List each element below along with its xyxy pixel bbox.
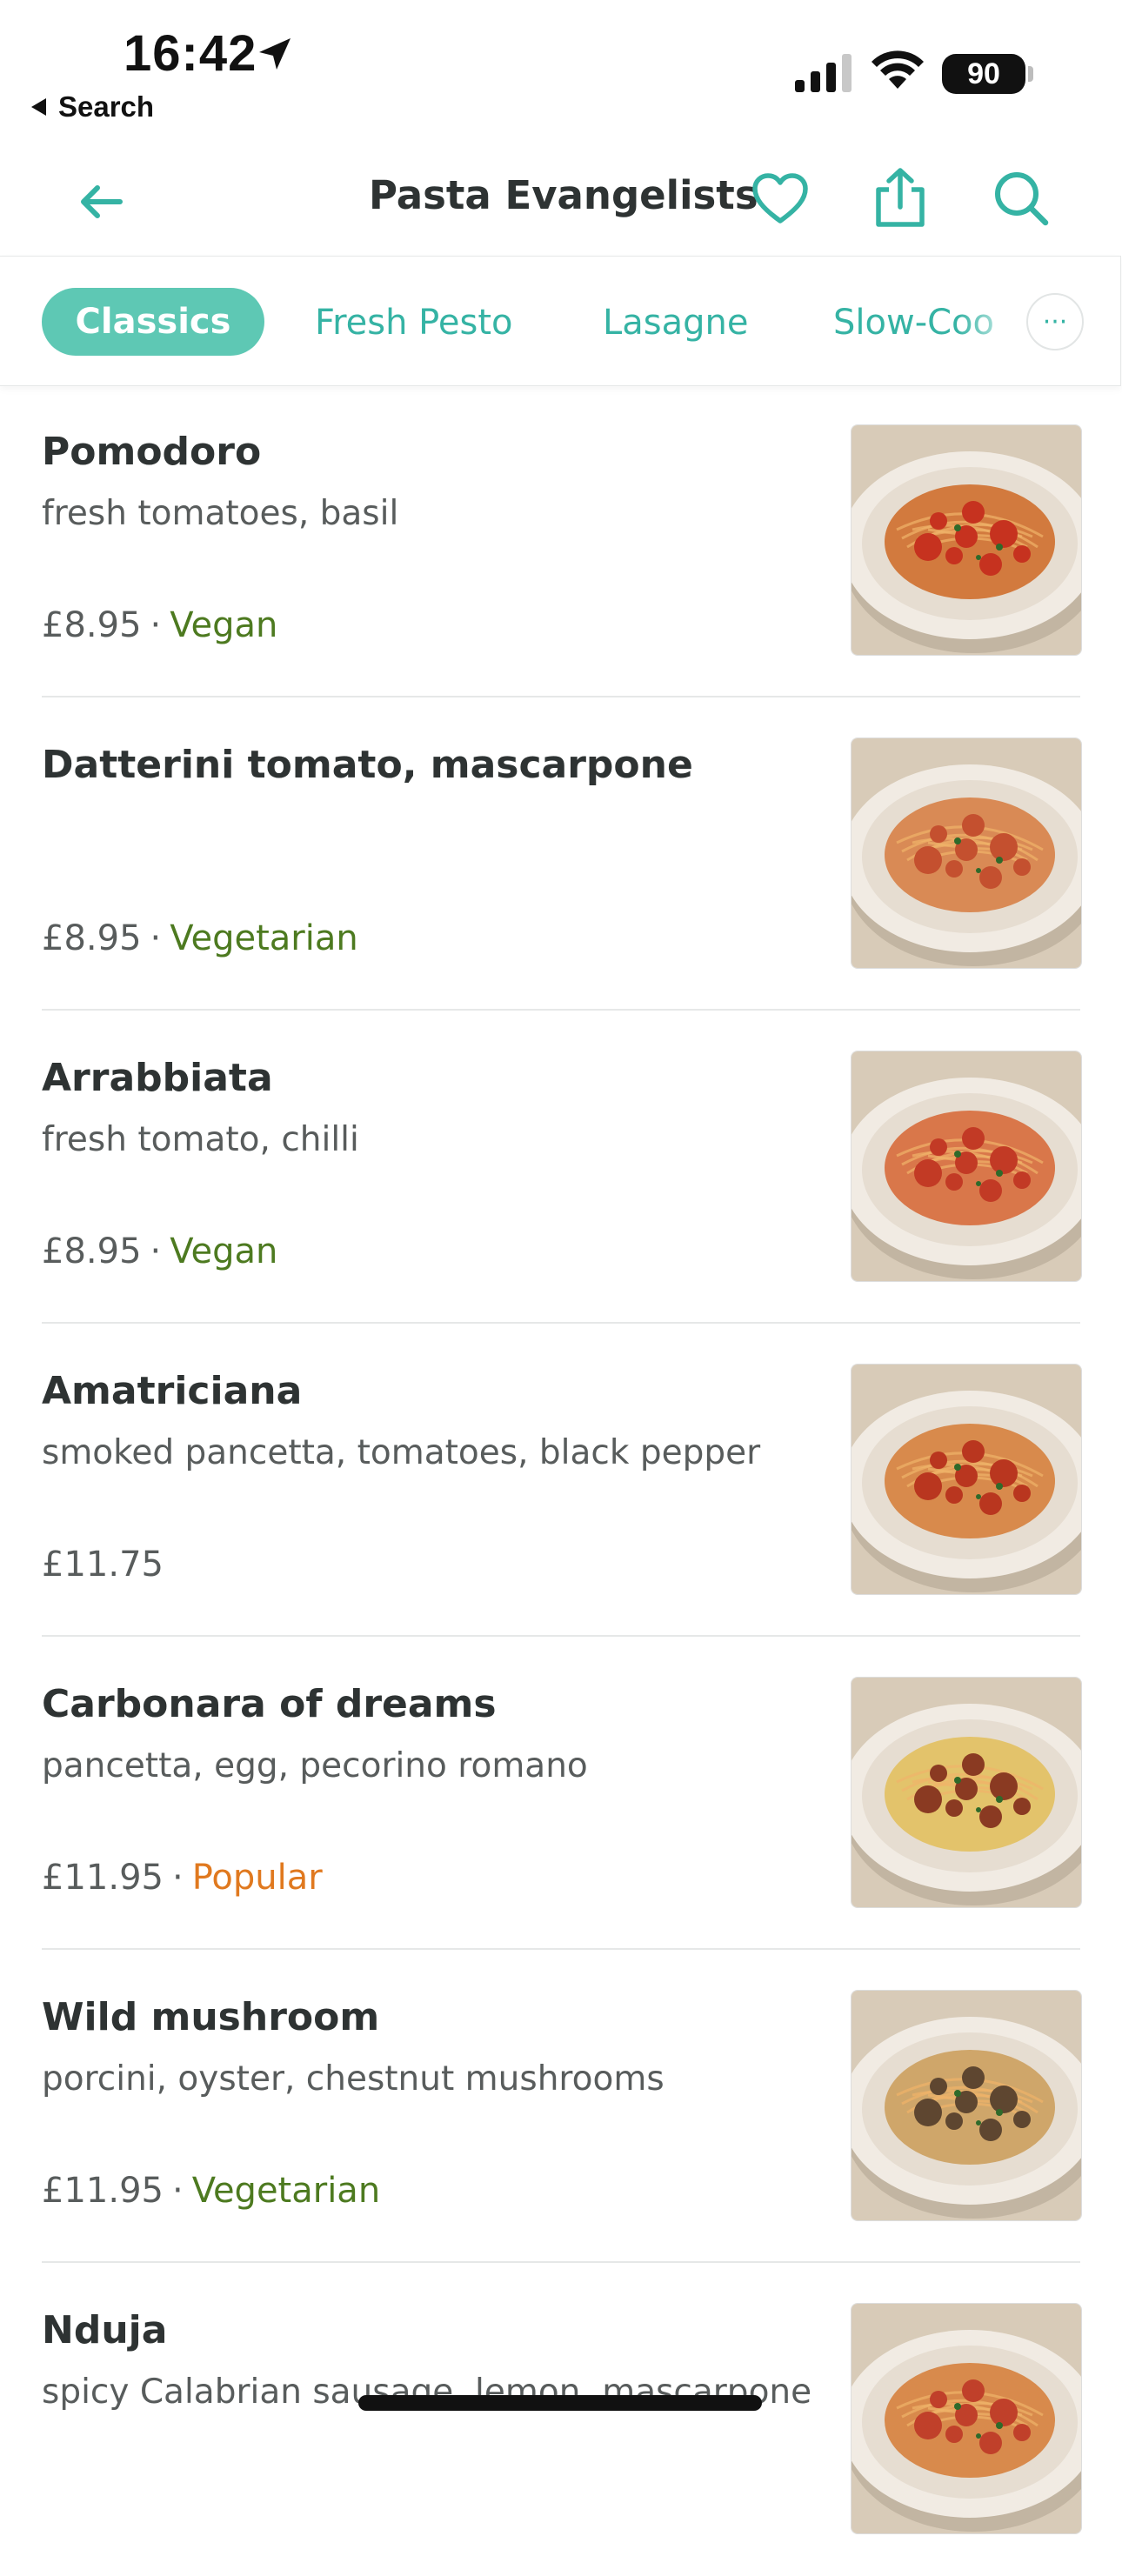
more-categories-button[interactable]: ··· bbox=[1026, 293, 1084, 350]
item-name: Nduja bbox=[42, 2308, 168, 2352]
dish-photo bbox=[851, 737, 1082, 969]
battery-indicator: 90 bbox=[942, 54, 1025, 94]
item-name: Carbonara of dreams bbox=[42, 1682, 497, 1726]
item-price: £11.95 bbox=[42, 1858, 164, 1898]
item-meta: £11.75 bbox=[42, 1545, 164, 1585]
item-price: £8.95 bbox=[42, 1231, 142, 1271]
tab-fresh-pesto[interactable]: Fresh Pesto bbox=[315, 303, 512, 343]
item-description: fresh tomatoes, basil bbox=[42, 494, 399, 533]
back-to-search-app[interactable]: Search bbox=[31, 90, 154, 123]
page-title: Pasta Evangelists bbox=[369, 172, 758, 218]
item-name: Pomodoro bbox=[42, 430, 262, 474]
menu-item[interactable]: Arrabbiata fresh tomato, chilli £8.95 · Vega… bbox=[0, 1011, 1122, 1324]
location-arrow-icon bbox=[259, 38, 291, 70]
item-name: Amatriciana bbox=[42, 1369, 303, 1413]
nav-header: Pasta Evangelists bbox=[0, 148, 1122, 256]
dish-photo bbox=[851, 1990, 1082, 2221]
item-name: Arrabbiata bbox=[42, 1056, 273, 1100]
item-meta: £8.95 · Vegan bbox=[42, 1231, 277, 1271]
back-app-label: Search bbox=[58, 90, 155, 123]
item-description: porcini, oyster, chestnut mushrooms bbox=[42, 2059, 665, 2099]
item-tag: Popular bbox=[191, 1858, 323, 1898]
menu-item[interactable]: Amatriciana smoked pancetta, tomatoes, bl… bbox=[0, 1324, 1122, 1637]
dish-photo bbox=[851, 1051, 1082, 1282]
separator-dot: · bbox=[150, 605, 162, 645]
favorite-heart-icon[interactable] bbox=[750, 169, 811, 230]
battery-nub bbox=[1028, 66, 1033, 82]
tabs-fade-overlay bbox=[957, 265, 1026, 377]
menu-item[interactable]: Wild mushroom porcini, oyster, chestnut m… bbox=[0, 1950, 1122, 2263]
category-tabs: Classics Fresh Pesto Lasagne Slow-Coo ··… bbox=[0, 256, 1121, 386]
status-time: 16:42 bbox=[124, 25, 257, 82]
dish-photo bbox=[851, 1364, 1082, 1595]
item-tag: Vegan bbox=[170, 605, 278, 645]
item-meta: £8.95 · Vegan bbox=[42, 605, 277, 645]
back-arrow-icon[interactable] bbox=[70, 170, 132, 233]
separator-dot: · bbox=[150, 1231, 162, 1271]
tab-classics[interactable]: Classics bbox=[42, 288, 264, 356]
item-price: £11.95 bbox=[42, 2171, 164, 2211]
cellular-signal-icon bbox=[795, 54, 852, 92]
menu-item[interactable]: Carbonara of dreams pancetta, egg, pecori… bbox=[0, 1637, 1122, 1950]
item-meta: £8.95 · Vegetarian bbox=[42, 918, 358, 958]
item-price: £8.95 bbox=[42, 918, 142, 958]
share-icon[interactable] bbox=[870, 165, 931, 230]
item-tag: Vegetarian bbox=[191, 2171, 381, 2211]
menu-item[interactable]: Pomodoro fresh tomatoes, basil £8.95 · Vegan bbox=[0, 384, 1122, 697]
dish-photo bbox=[851, 2303, 1082, 2534]
item-description: pancetta, egg, pecorino romano bbox=[42, 1746, 588, 1785]
item-description: smoked pancetta, tomatoes, black pepper bbox=[42, 1433, 761, 1472]
item-tag: Vegetarian bbox=[170, 918, 358, 958]
item-meta: £11.95 · Vegetarian bbox=[42, 2171, 380, 2211]
item-price: £11.75 bbox=[42, 1545, 164, 1585]
more-dots-icon: ··· bbox=[1042, 306, 1068, 337]
battery-percent: 90 bbox=[967, 57, 1000, 90]
item-name: Wild mushroom bbox=[42, 1995, 380, 2039]
item-description: fresh tomato, chilli bbox=[42, 1120, 359, 1159]
menu-item[interactable]: Nduja spicy Calabrian sausage, lemon, mas… bbox=[0, 2263, 1122, 2576]
home-indicator bbox=[358, 2395, 762, 2411]
menu-list: Pomodoro fresh tomatoes, basil £8.95 · Vegan… bbox=[0, 384, 1122, 2576]
dish-photo bbox=[851, 1677, 1082, 1908]
item-meta: £11.95 · Popular bbox=[42, 1858, 323, 1898]
status-bar: 16:42 Search 90 bbox=[0, 0, 1122, 148]
separator-dot: · bbox=[171, 2171, 184, 2211]
dish-photo bbox=[851, 424, 1082, 656]
separator-dot: · bbox=[150, 918, 162, 958]
search-icon[interactable] bbox=[990, 167, 1052, 230]
tab-lasagne[interactable]: Lasagne bbox=[603, 303, 749, 343]
back-triangle-icon bbox=[31, 98, 46, 116]
item-name: Datterini tomato, mascarpone bbox=[42, 743, 693, 787]
menu-item[interactable]: Datterini tomato, mascarpone £8.95 · Vegeta… bbox=[0, 697, 1122, 1011]
separator-dot: · bbox=[171, 1858, 184, 1898]
item-price: £8.95 bbox=[42, 605, 142, 645]
wifi-icon bbox=[872, 50, 924, 89]
item-tag: Vegan bbox=[170, 1231, 278, 1271]
